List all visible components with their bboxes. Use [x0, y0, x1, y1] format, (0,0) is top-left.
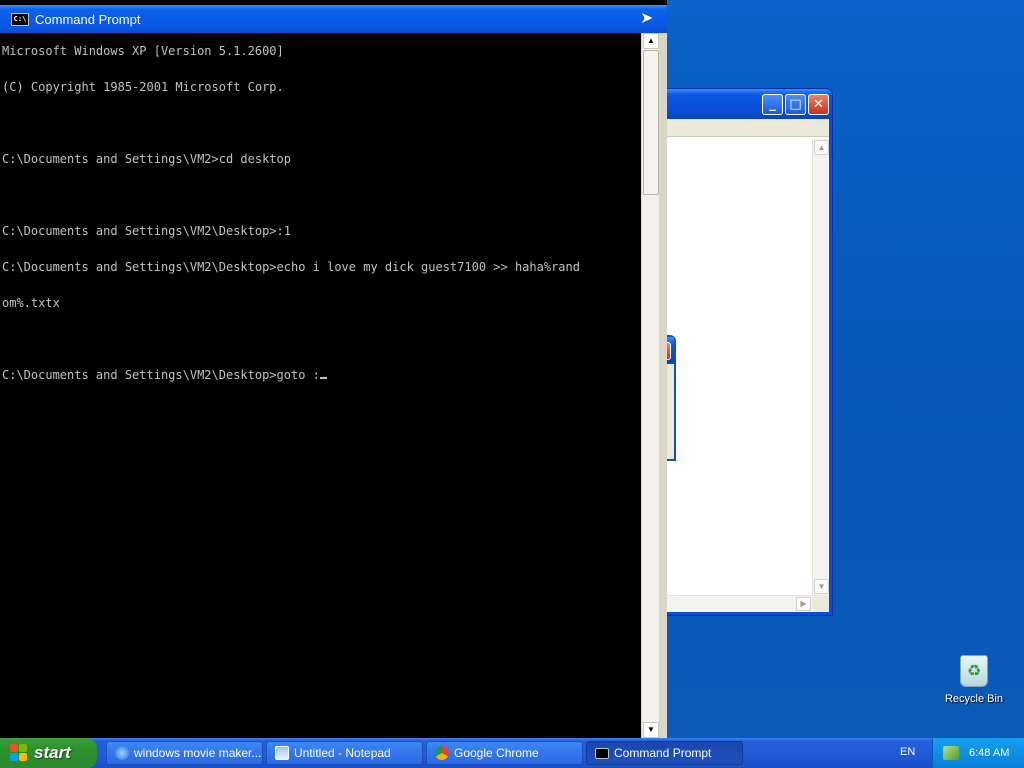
- recycle-bin-label: Recycle Bin: [944, 693, 1004, 705]
- maximize-button[interactable]: □: [785, 94, 806, 115]
- taskbar-button-command-prompt[interactable]: Command Prompt: [586, 741, 743, 765]
- resize-grip-icon[interactable]: [812, 595, 829, 612]
- console-line: C:\Documents and Settings\VM2>cd desktop: [2, 152, 291, 166]
- command-prompt-titlebar[interactable]: C:\ Command Prompt: [0, 5, 667, 33]
- maximize-icon: □: [789, 97, 802, 112]
- scroll-up-icon[interactable]: ▲: [814, 140, 829, 155]
- background-window-horizontal-scrollbar[interactable]: ▶: [644, 595, 812, 612]
- background-window-titlebar[interactable]: _ □ ✕: [641, 89, 832, 119]
- clock[interactable]: 6:48 AM: [969, 747, 1009, 759]
- window-title: Command Prompt: [35, 11, 141, 27]
- ie-icon: [115, 746, 129, 760]
- taskbar-button-label: windows movie maker...: [134, 746, 262, 760]
- chrome-icon: [435, 746, 449, 760]
- taskbar-button-label: Command Prompt: [614, 746, 712, 760]
- console-input-line[interactable]: C:\Documents and Settings\VM2\Desktop>go…: [2, 369, 642, 381]
- scroll-down-icon[interactable]: ▼: [643, 722, 659, 738]
- scroll-up-icon[interactable]: ▲: [643, 33, 659, 49]
- taskbar-button-label: Google Chrome: [454, 746, 539, 760]
- close-button[interactable]: ✕: [808, 94, 829, 115]
- taskbar: start windows movie maker... Untitled - …: [0, 738, 1024, 768]
- windows-logo-icon: [10, 744, 28, 762]
- cmd-icon: [595, 747, 609, 759]
- recycle-bin-shortcut[interactable]: ♻ Recycle Bin: [935, 655, 1013, 715]
- scrollbar-thumb[interactable]: [643, 50, 659, 195]
- cmd-icon: C:\: [11, 12, 29, 26]
- console-prompt-text: C:\Documents and Settings\VM2\Desktop>go…: [2, 368, 320, 382]
- system-tray: 6:48 AM: [932, 738, 1024, 768]
- console-line: C:\Documents and Settings\VM2\Desktop>:1: [2, 224, 291, 238]
- start-button[interactable]: start: [0, 738, 97, 768]
- taskbar-button-chrome[interactable]: Google Chrome: [426, 741, 583, 765]
- start-label: start: [34, 743, 71, 762]
- recycle-bin-icon: ♻: [960, 655, 988, 687]
- taskbar-button-movie-maker[interactable]: windows movie maker...: [106, 741, 263, 765]
- minimize-button[interactable]: _: [762, 94, 783, 115]
- taskbar-button-label: Untitled - Notepad: [294, 746, 391, 760]
- console-line: (C) Copyright 1985-2001 Microsoft Corp.: [2, 80, 284, 94]
- console-output[interactable]: Microsoft Windows XP [Version 5.1.2600] …: [2, 27, 642, 737]
- mouse-pointer-icon: ➤: [640, 10, 654, 27]
- language-indicator[interactable]: EN: [900, 746, 915, 758]
- notepad-icon: [275, 746, 289, 760]
- network-icon[interactable]: [943, 746, 959, 760]
- command-prompt-window[interactable]: Microsoft Windows XP [Version 5.1.2600] …: [0, 0, 667, 738]
- close-icon: ✕: [813, 97, 824, 112]
- scroll-down-icon[interactable]: ▼: [814, 579, 829, 594]
- console-line: Microsoft Windows XP [Version 5.1.2600]: [2, 44, 284, 58]
- text-cursor: [319, 377, 327, 379]
- window-border: [659, 33, 667, 738]
- console-vertical-scrollbar[interactable]: ▲ ▼: [641, 33, 659, 738]
- background-window-menubar: [644, 119, 829, 137]
- background-window-vertical-scrollbar[interactable]: ▲ ▼: [812, 139, 829, 595]
- taskbar-button-notepad[interactable]: Untitled - Notepad: [266, 741, 423, 765]
- scroll-right-icon[interactable]: ▶: [796, 597, 811, 611]
- minimize-icon: _: [769, 97, 776, 112]
- console-line: C:\Documents and Settings\VM2\Desktop>ec…: [2, 260, 580, 274]
- console-line: om%.txtx: [2, 296, 60, 310]
